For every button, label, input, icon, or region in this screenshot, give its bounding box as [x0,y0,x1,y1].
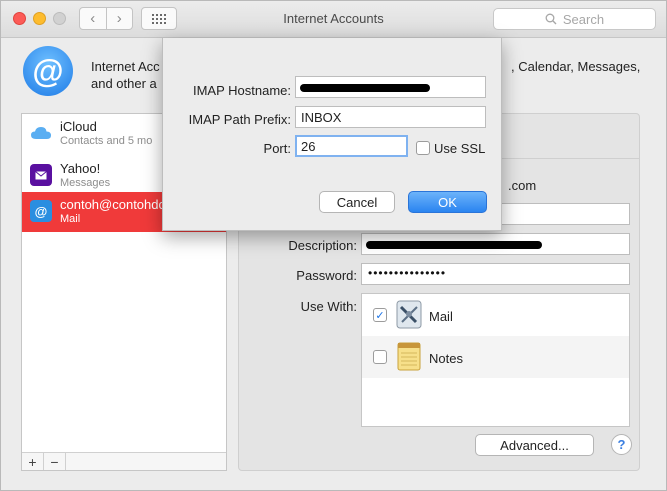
internet-accounts-at-icon: @ [23,46,73,96]
use-with-row-mail: ✓ Mail [362,294,629,336]
account-services: Mail [60,213,81,225]
port-field[interactable]: 26 [295,135,408,157]
search-placeholder: Search [562,11,605,27]
envelope-icon [30,164,52,186]
account-name: Yahoo! [60,161,101,176]
header-description-right: , Calendar, Messages, [511,59,641,74]
notes-checkbox[interactable] [373,350,387,364]
password-value: ••••••••••••••• [368,266,447,280]
account-name: contoh@contohdc [60,197,165,212]
header-description-line1: Internet Acc [91,59,160,74]
imap-hostname-field[interactable] [295,76,486,98]
imap-settings-sheet: IMAP Hostname: IMAP Path Prefix: INBOX P… [162,38,502,231]
checkmark-icon: ✓ [375,309,385,322]
notes-app-icon [396,340,422,372]
account-name: iCloud [60,119,97,134]
email-address-tail: .com [508,178,537,193]
question-mark-icon: ? [617,437,626,452]
use-with-list: ✓ Mail Notes [361,293,630,427]
mail-app-icon [396,298,422,330]
add-account-button[interactable]: + [22,453,44,470]
use-ssl-checkbox[interactable] [416,141,430,155]
mail-app-label: Mail [429,309,453,324]
header-description-line2: and other a [91,76,157,91]
redacted-text [300,84,430,92]
remove-account-button[interactable]: − [44,453,66,470]
description-field[interactable] [361,233,630,255]
at-icon: @ [30,200,52,222]
port-label: Port: [263,141,291,156]
redacted-text [366,241,542,249]
cloud-icon [30,122,52,144]
help-button[interactable]: ? [611,434,632,455]
use-ssl-label: Use SSL [434,141,486,156]
internet-accounts-window: ‹ › Internet Accounts Search @ Internet … [0,0,667,491]
password-label: Password: [296,268,357,283]
search-icon [545,13,557,25]
imap-path-prefix-field[interactable]: INBOX [295,106,486,128]
imap-hostname-label: IMAP Hostname: [192,83,291,98]
account-services: Contacts and 5 mo [60,135,153,147]
ok-button[interactable]: OK [408,191,487,213]
sidebar-footer: + − [22,452,226,470]
password-field[interactable]: ••••••••••••••• [361,263,630,285]
title-bar: ‹ › Internet Accounts Search [1,1,666,38]
use-with-label: Use With: [300,299,357,314]
advanced-button[interactable]: Advanced... [475,434,594,456]
imap-path-prefix-label: IMAP Path Prefix: [188,112,291,127]
description-label: Description: [288,238,357,253]
mail-checkbox[interactable]: ✓ [373,308,387,322]
account-services: Messages [60,177,111,189]
cancel-button[interactable]: Cancel [319,191,395,213]
use-with-row-notes: Notes [362,336,629,378]
notes-app-label: Notes [429,351,463,366]
search-field[interactable]: Search [493,8,656,30]
